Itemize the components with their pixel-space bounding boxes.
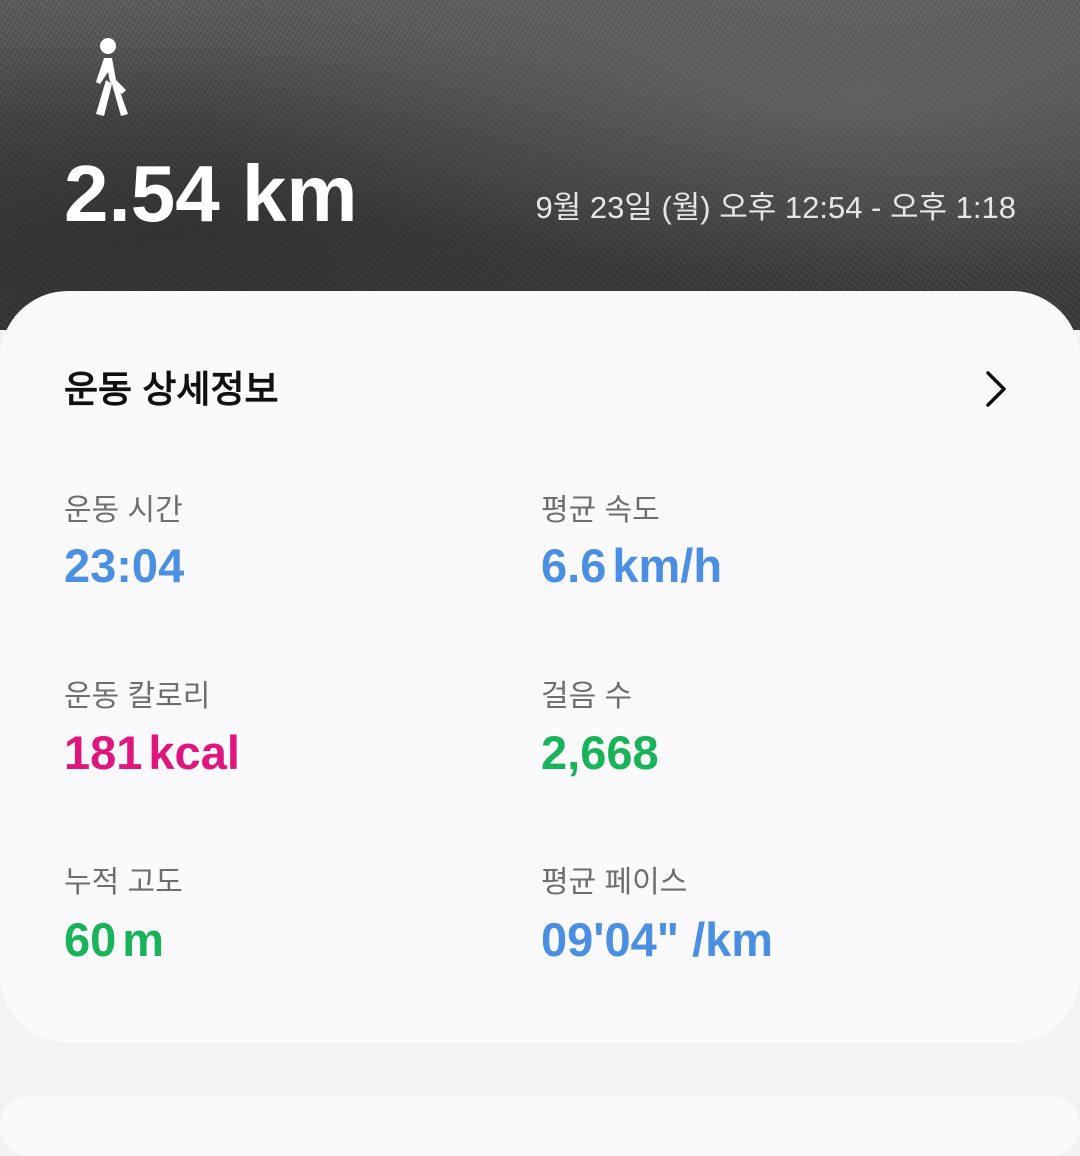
calories-number: 181: [64, 726, 143, 779]
avg-pace-label: 평균 페이스: [541, 866, 688, 899]
chevron-right-icon[interactable]: [982, 369, 1010, 409]
next-card: [0, 1096, 1080, 1156]
elevation-unit: m: [122, 913, 165, 966]
avg-speed-value: 6.6 km/h: [541, 538, 722, 594]
distance-value: 2.54 km: [64, 149, 358, 238]
elevation-value: 60 m: [64, 912, 164, 968]
duration-value: 23:04: [64, 539, 185, 592]
elevation-number: 60: [64, 913, 117, 966]
calories-value: 181 kcal: [64, 725, 240, 781]
walking-person-icon: [96, 38, 128, 116]
avg-pace-value: 09'04" /km: [541, 913, 774, 966]
duration-label: 운동 시간: [64, 494, 183, 527]
steps-label: 걸음 수: [541, 680, 633, 713]
calories-label: 운동 칼로리: [64, 680, 211, 713]
avg-speed-number: 6.6: [541, 539, 607, 592]
calories-unit: kcal: [148, 726, 240, 779]
avg-speed-unit: km/h: [612, 539, 723, 592]
avg-speed-label: 평균 속도: [541, 494, 660, 527]
elevation-label: 누적 고도: [64, 866, 183, 899]
workout-datetime: 9월 23일 (월) 오후 12:54 - 오후 1:18: [535, 190, 1016, 225]
section-title: 운동 상세정보: [64, 369, 279, 410]
steps-value: 2,668: [541, 726, 659, 779]
